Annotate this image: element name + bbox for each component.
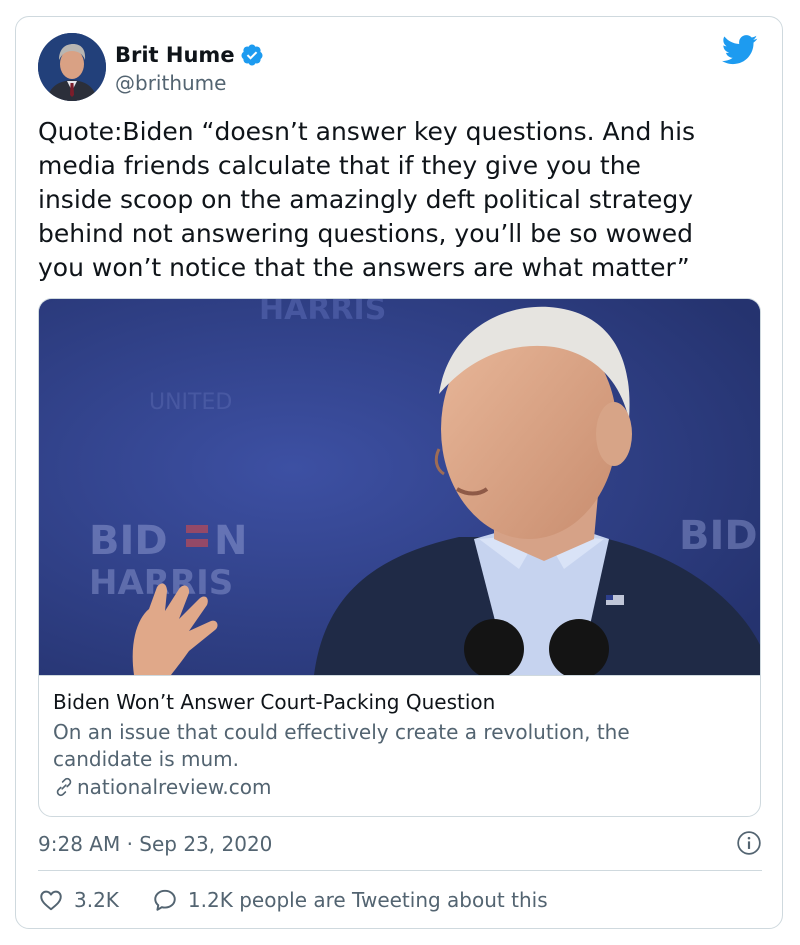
info-icon[interactable] (736, 830, 762, 856)
backdrop-sign-right: BID (679, 513, 758, 559)
avatar-portrait (38, 33, 106, 101)
avatar[interactable] (38, 33, 106, 101)
link-icon (56, 777, 72, 797)
tweet-timestamp[interactable]: 9:28 AM · Sep 23, 2020 (38, 832, 272, 856)
author-display-name[interactable]: Brit Hume (115, 43, 235, 67)
link-preview-card[interactable]: HARRIS UNITED BID N HARRIS BID Biden Won… (38, 298, 761, 817)
link-domain: nationalreview.com (77, 775, 272, 799)
backdrop-sign-top: HARRIS (259, 299, 386, 327)
speech-bubble-icon (154, 889, 176, 911)
tweet-header: Brit Hume @brithume (38, 33, 758, 103)
like-count: 3.2K (74, 888, 119, 912)
link-description: On an issue that could effectively creat… (53, 720, 630, 771)
backdrop-sign-biden: BID (89, 518, 168, 564)
link-preview-image[interactable]: HARRIS UNITED BID N HARRIS BID (39, 299, 760, 675)
engagement-bar: 3.2K 1.2K people are Tweeting about this (38, 883, 548, 917)
tweet-card[interactable]: Brit Hume @brithume Quote:Biden “doesn’t… (15, 16, 783, 929)
timestamp-row: 9:28 AM · Sep 23, 2020 (38, 830, 762, 860)
link-domain-row[interactable]: nationalreview.com (53, 775, 271, 799)
link-preview-info[interactable]: Biden Won’t Answer Court-Packing Questio… (39, 675, 760, 816)
like-action[interactable]: 3.2K (38, 887, 119, 913)
backdrop-sign-mid: UNITED (149, 390, 232, 415)
link-title[interactable]: Biden Won’t Answer Court-Packing Questio… (53, 690, 495, 714)
heart-icon (40, 890, 62, 911)
name-row: Brit Hume (115, 41, 264, 69)
author-handle[interactable]: @brithume (115, 71, 226, 95)
backdrop-sign-n: N (214, 518, 247, 564)
tweet-text: Quote:Biden “doesn’t answer key question… (38, 117, 696, 282)
divider (38, 870, 762, 871)
biden-photo: HARRIS UNITED BID N HARRIS BID (39, 299, 760, 675)
verified-badge-icon (241, 44, 263, 66)
tweeting-about-text: 1.2K people are Tweeting about this (187, 888, 548, 912)
twitter-bird-icon[interactable] (722, 35, 758, 65)
tweeting-about-action[interactable]: 1.2K people are Tweeting about this (152, 887, 548, 913)
